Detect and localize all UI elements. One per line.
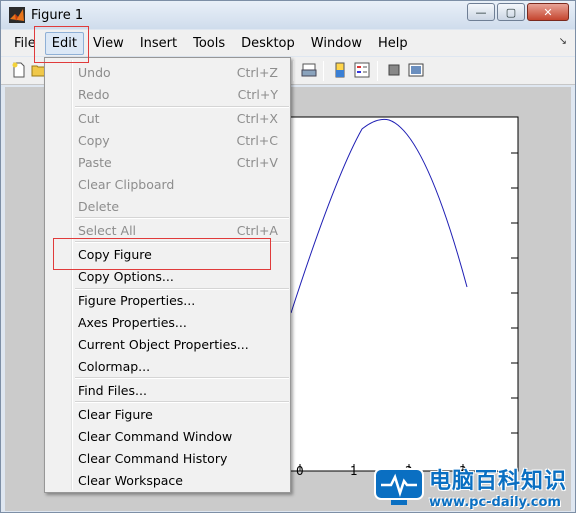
menu-item-label: Redo <box>78 86 110 102</box>
menu-item-shortcut: Ctrl+C <box>236 132 278 148</box>
menu-item-label: Clear Command History <box>78 450 228 466</box>
menu-item-label: Axes Properties... <box>78 314 187 330</box>
menu-item-label: Delete <box>78 198 120 214</box>
toolbar-separator <box>293 61 294 81</box>
menu-item-label: Copy <box>78 132 110 148</box>
toolbar-separator <box>323 61 324 81</box>
menu-item-label: Colormap... <box>78 358 151 374</box>
menu-item-copy[interactable]: Copy Ctrl+C <box>47 129 288 151</box>
menu-item-label: Clear Workspace <box>78 472 183 488</box>
menu-item-label: Figure Properties... <box>78 292 196 308</box>
menu-item-label: Clear Command Window <box>78 428 233 444</box>
menu-window[interactable]: Window <box>304 32 369 55</box>
menu-item-clear-command-window[interactable]: Clear Command Window <box>47 425 288 447</box>
menu-item-label: Current Object Properties... <box>78 336 249 352</box>
menu-item-colormap[interactable]: Colormap... <box>47 355 288 377</box>
legend-icon[interactable] <box>354 62 370 78</box>
menu-item-shortcut: Ctrl+V <box>236 154 278 170</box>
menu-item-redo[interactable]: Redo Ctrl+Y <box>47 83 288 105</box>
menu-item-clear-figure[interactable]: Clear Figure <box>47 403 288 425</box>
menu-item-find-files[interactable]: Find Files... <box>47 379 288 401</box>
menu-item-axes-properties[interactable]: Axes Properties... <box>47 311 288 333</box>
x-tick-label: 1 <box>350 464 358 478</box>
menu-item-label: Copy Options... <box>78 268 174 284</box>
close-button[interactable]: ✕ <box>527 3 569 21</box>
figure-window: Figure 1 — ▢ ✕ File Edit View Insert Too… <box>0 0 576 513</box>
menu-item-cut[interactable]: Cut Ctrl+X <box>47 107 288 129</box>
menu-item-delete[interactable]: Delete <box>47 195 288 217</box>
menu-item-shortcut: Ctrl+Y <box>237 86 278 102</box>
menu-item-shortcut: Ctrl+X <box>236 110 278 126</box>
toolbar-separator <box>377 61 378 81</box>
highlight-edit-menu <box>34 26 89 63</box>
show-plot-tools-icon[interactable] <box>408 62 424 78</box>
menu-tools[interactable]: Tools <box>186 32 232 55</box>
new-figure-icon[interactable] <box>11 62 27 78</box>
minimize-button[interactable]: — <box>467 3 495 21</box>
menu-item-clear-workspace[interactable]: Clear Workspace <box>47 469 288 491</box>
menu-item-label: Paste <box>78 154 112 170</box>
menu-item-shortcut: Ctrl+A <box>236 222 278 238</box>
menu-desktop[interactable]: Desktop <box>234 32 302 55</box>
maximize-button[interactable]: ▢ <box>497 3 525 21</box>
watermark-url: www.pc-daily.com <box>429 495 561 510</box>
menu-item-undo[interactable]: Undo Ctrl+Z <box>47 61 288 83</box>
dock-arrow-icon[interactable]: ↘ <box>559 36 567 47</box>
colorbar-icon[interactable] <box>332 62 348 78</box>
menu-item-clear-clipboard[interactable]: Clear Clipboard <box>47 173 288 195</box>
menu-help[interactable]: Help <box>371 32 415 55</box>
window-controls: — ▢ ✕ <box>467 3 569 21</box>
watermark: 电脑百科知识 www.pc-daily.com <box>373 459 576 513</box>
menu-item-figure-properties[interactable]: Figure Properties... <box>47 289 288 311</box>
monitor-pulse-icon <box>374 467 424 505</box>
hide-plot-tools-icon[interactable] <box>386 62 402 78</box>
menu-item-clear-command-history[interactable]: Clear Command History <box>47 447 288 469</box>
menu-item-label: Clear Figure <box>78 406 153 422</box>
menu-item-label: Select All <box>78 222 137 238</box>
menu-item-current-object-properties[interactable]: Current Object Properties... <box>47 333 288 355</box>
title-bar[interactable]: Figure 1 — ▢ ✕ <box>1 1 575 29</box>
window-title: Figure 1 <box>31 7 84 23</box>
highlight-copy-figure <box>53 238 271 270</box>
menu-view[interactable]: View <box>86 32 131 55</box>
edit-menu-dropdown: Undo Ctrl+Z Redo Ctrl+Y Cut Ctrl+X Copy … <box>44 57 291 493</box>
menu-item-paste[interactable]: Paste Ctrl+V <box>47 151 288 173</box>
print-preview-icon[interactable] <box>301 62 317 78</box>
watermark-text: 电脑百科知识 www.pc-daily.com <box>429 463 567 510</box>
menu-item-label: Undo <box>78 64 111 80</box>
menu-item-shortcut: Ctrl+Z <box>236 64 278 80</box>
menu-item-label: Clear Clipboard <box>78 176 175 192</box>
menu-insert[interactable]: Insert <box>133 32 184 55</box>
menu-item-label: Cut <box>78 110 100 126</box>
menu-item-label: Find Files... <box>78 382 147 398</box>
x-tick-label: 0 <box>296 464 304 478</box>
matlab-logo-icon <box>9 7 25 23</box>
watermark-title: 电脑百科知识 <box>429 469 568 494</box>
